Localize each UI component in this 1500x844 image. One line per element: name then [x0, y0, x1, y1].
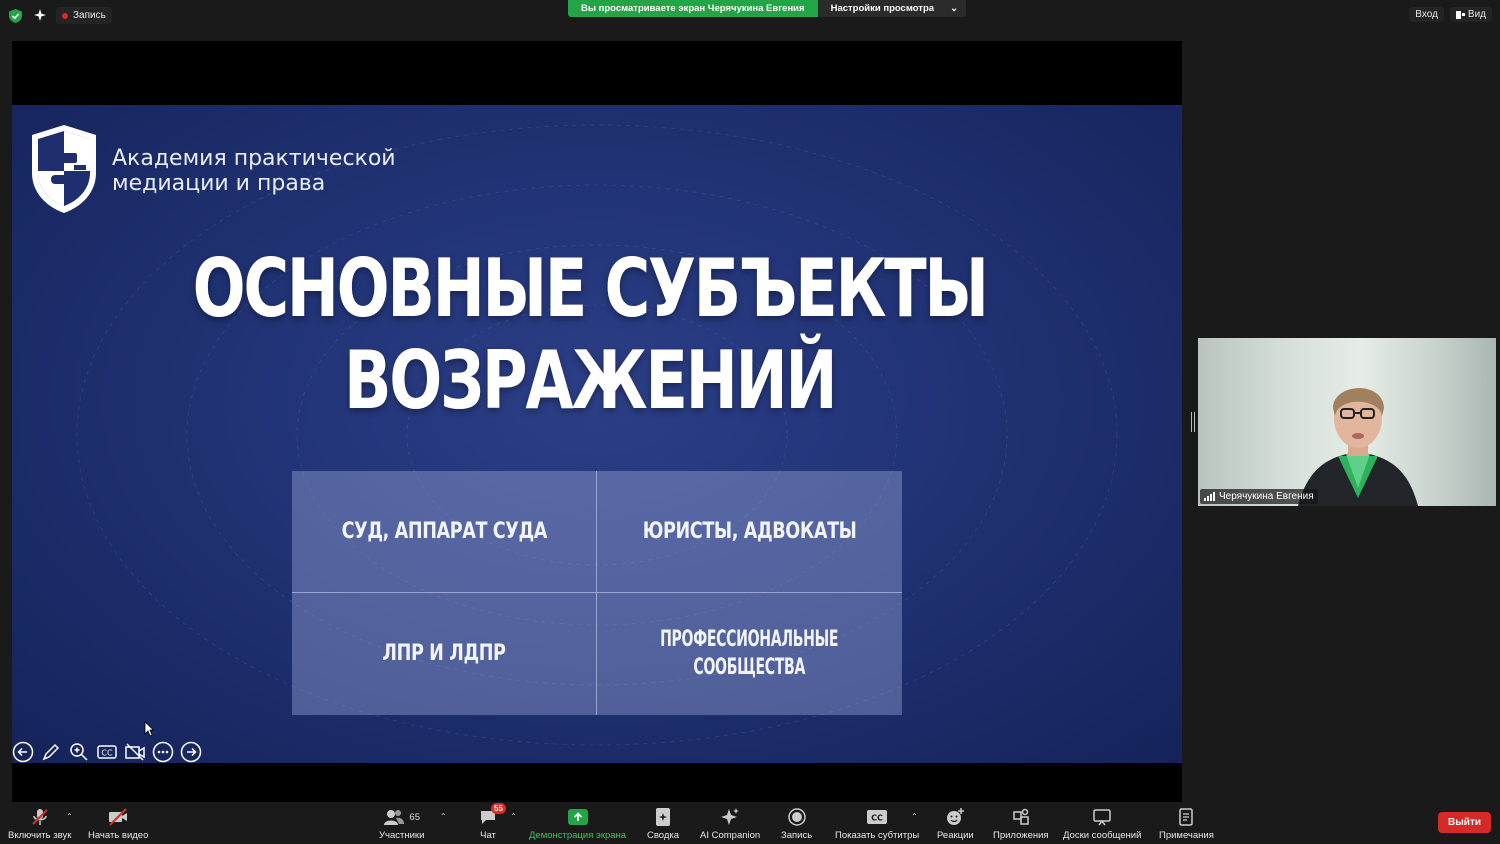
- start-video-button[interactable]: Начать видео: [88, 806, 148, 841]
- start-video-label: Начать видео: [88, 830, 149, 841]
- captions-icon: CC: [867, 810, 888, 824]
- prev-slide-icon[interactable]: [12, 741, 34, 763]
- participants-caret-icon[interactable]: ⌃: [440, 812, 447, 821]
- recording-indicator[interactable]: Запись: [56, 7, 112, 24]
- view-options-label: Настройки просмотра: [830, 3, 935, 14]
- subjects-grid: СУД, АППАРАТ СУДА ЮРИСТЫ, АДВОКАТЫ ЛПР И…: [292, 471, 902, 715]
- pen-icon[interactable]: [40, 741, 62, 763]
- captions-caret-icon[interactable]: ⌃: [911, 812, 918, 821]
- grid-cell-label: ЛПР И ЛДПР: [382, 641, 506, 666]
- participant-person-image: [1298, 388, 1418, 506]
- record-icon: [787, 808, 806, 826]
- ai-sparkle-icon[interactable]: [33, 8, 47, 22]
- record-label: Запись: [781, 830, 813, 841]
- participants-count: 65: [409, 811, 420, 823]
- unmute-button[interactable]: Включить звук: [8, 806, 71, 841]
- academy-line-2: медиации и права: [112, 171, 326, 196]
- captions-button[interactable]: CC Показать субтитры: [835, 806, 919, 841]
- cc-icon[interactable]: CC: [96, 741, 118, 763]
- participants-icon: [384, 810, 405, 825]
- academy-logo: [32, 125, 96, 213]
- apps-icon: [1013, 808, 1029, 825]
- whiteboard-icon: [1093, 809, 1111, 826]
- apps-label: Приложения: [993, 830, 1049, 841]
- participant-name-tag: Черячукина Евгения: [1200, 489, 1318, 504]
- notes-label: Примечания: [1159, 830, 1214, 841]
- summary-label: Сводка: [647, 830, 680, 841]
- participant-video[interactable]: Черячукина Евгения: [1198, 338, 1496, 506]
- grid-cell-decision-makers: ЛПР И ЛДПР: [292, 593, 597, 715]
- ai-companion-button[interactable]: AI Companion: [700, 806, 760, 841]
- share-screen-label: Демонстрация экрана: [529, 830, 627, 841]
- signin-label: Вход: [1415, 9, 1438, 20]
- signal-strength-icon: [1204, 492, 1215, 501]
- ai-companion-icon: [721, 808, 740, 825]
- share-screen-icon: [567, 809, 588, 825]
- leave-button[interactable]: Выйти: [1438, 812, 1491, 833]
- signin-button[interactable]: Вход: [1409, 7, 1444, 22]
- view-label: Вид: [1467, 9, 1486, 20]
- grid-cell-label: ПРОФЕССИОНАЛЬНЫЕ: [660, 627, 839, 652]
- captions-label: Показать субтитры: [835, 830, 920, 841]
- grid-cell-label: ЮРИСТЫ, АДВОКАТЫ: [642, 518, 857, 544]
- summary-button[interactable]: Сводка: [647, 806, 679, 841]
- record-button[interactable]: Запись: [781, 806, 812, 841]
- unmute-label: Включить звук: [8, 830, 72, 841]
- summary-icon: [656, 808, 671, 826]
- mic-muted-icon: [31, 809, 48, 825]
- video-off-icon[interactable]: [124, 741, 146, 763]
- participants-label: Участники: [379, 830, 425, 841]
- reactions-label: Реакции: [937, 830, 974, 841]
- academy-name: Академия практической медиации и права: [112, 146, 396, 196]
- slide-title-line-1: ОСНОВНЫЕ СУБЪЕКТЫ: [192, 242, 989, 335]
- chat-caret-icon[interactable]: ⌃: [510, 812, 517, 821]
- shared-screen[interactable]: Академия практической медиации и права О…: [12, 41, 1182, 802]
- view-button[interactable]: Вид: [1449, 7, 1492, 22]
- video-off-icon: [109, 808, 128, 826]
- reactions-button[interactable]: Реакции: [937, 806, 974, 841]
- notes-button[interactable]: Примечания: [1159, 806, 1214, 841]
- presentation-slide: Академия практической медиации и права О…: [12, 105, 1182, 763]
- view-options-button[interactable]: Настройки просмотра ⌄: [817, 0, 967, 17]
- share-banner: Вы просматриваете экран Черячукина Евген…: [568, 0, 967, 17]
- svg-text:CC: CC: [871, 814, 883, 823]
- grid-cell-lawyers: ЮРИСТЫ, АДВОКАТЫ: [597, 471, 902, 593]
- top-bar: Запись Вы просматриваете экран Черячукин…: [0, 0, 1500, 32]
- whiteboards-label: Доски сообщений: [1063, 830, 1142, 841]
- slide-title-line-2: ВОЗРАЖЕНИЙ: [344, 334, 838, 427]
- recording-dot-icon: [62, 12, 68, 19]
- more-icon[interactable]: [152, 741, 174, 763]
- participant-name: Черячукина Евгения: [1219, 491, 1314, 502]
- grid-cell-communities: ПРОФЕССИОНАЛЬНЫЕ СООБЩЕСТВА: [597, 593, 902, 715]
- share-screen-button[interactable]: Демонстрация экрана: [529, 806, 626, 841]
- notes-icon: [1179, 808, 1194, 826]
- reactions-icon: [947, 808, 965, 825]
- grid-cell-label: СУД, АППАРАТ СУДА: [341, 518, 547, 544]
- recording-label: Запись: [73, 10, 106, 21]
- chevron-down-icon: ⌄: [950, 3, 959, 14]
- ai-companion-label: AI Companion: [700, 830, 761, 841]
- chat-label: Чат: [480, 830, 496, 841]
- apps-button[interactable]: Приложения: [993, 806, 1049, 841]
- viewing-screen-label: Вы просматриваете экран Черячукина Евген…: [568, 0, 818, 17]
- whiteboards-button[interactable]: Доски сообщений: [1063, 806, 1141, 841]
- chat-unread-badge: 55: [491, 803, 506, 814]
- audio-options-caret-icon[interactable]: ⌃: [66, 812, 73, 821]
- academy-line-1: Академия практической: [112, 146, 396, 171]
- slide-toolbar: CC: [12, 741, 202, 763]
- grid-cell-court: СУД, АППАРАТ СУДА: [292, 471, 597, 593]
- meeting-toolbar: Включить звук ⌃ Начать видео 65 Участник…: [0, 802, 1500, 844]
- panel-resize-handle[interactable]: [1191, 412, 1195, 432]
- participants-button[interactable]: 65 Участники: [379, 806, 424, 841]
- chat-button[interactable]: 55 Чат: [479, 803, 506, 841]
- svg-text:CC: CC: [101, 749, 113, 758]
- grid-cell-label-2: СООБЩЕСТВА: [693, 655, 806, 680]
- next-slide-icon[interactable]: [180, 741, 202, 763]
- security-shield-icon[interactable]: [9, 9, 22, 23]
- slide-title: ОСНОВНЫЕ СУБЪЕКТЫ ВОЗРАЖЕНИЙ: [141, 243, 1038, 427]
- zoom-icon[interactable]: [68, 741, 90, 763]
- view-layout-icon: [1455, 10, 1465, 19]
- mouse-cursor-icon: [144, 721, 154, 737]
